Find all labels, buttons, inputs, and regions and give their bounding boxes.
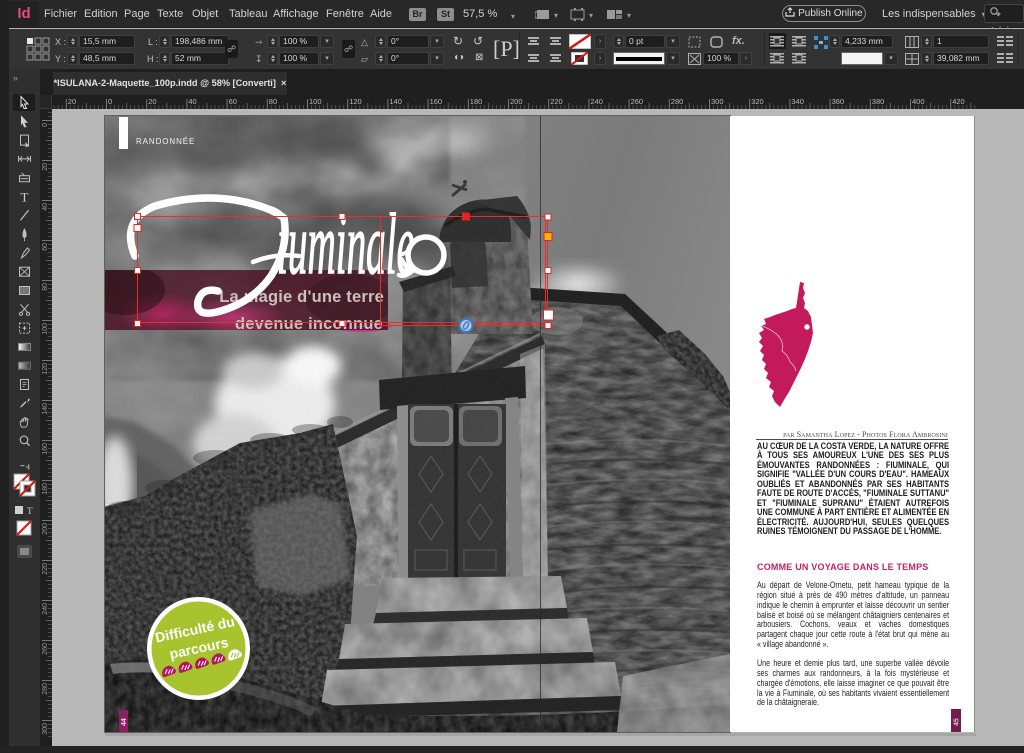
svg-text:▾: ▾ [554, 11, 558, 20]
svg-text:▾: ▾ [589, 11, 593, 20]
svg-text:100: 100 [309, 97, 322, 106]
svg-text:240: 240 [42, 603, 49, 615]
svg-text:220: 220 [42, 563, 49, 575]
svg-text:240: 240 [590, 97, 603, 106]
svg-text:40: 40 [42, 203, 49, 211]
svg-text:400: 400 [912, 97, 925, 106]
svg-text:320: 320 [751, 97, 764, 106]
svg-text:200: 200 [510, 97, 523, 106]
svg-text:140: 140 [389, 97, 402, 106]
svg-text:260: 260 [42, 643, 49, 655]
svg-text:120: 120 [349, 97, 362, 106]
svg-text:260: 260 [631, 97, 644, 106]
svg-text:»: » [13, 73, 18, 83]
svg-text:20: 20 [148, 97, 156, 106]
svg-text:280: 280 [671, 97, 684, 106]
svg-text:20: 20 [42, 163, 49, 171]
svg-text:420: 420 [952, 97, 965, 106]
svg-text:300: 300 [711, 97, 724, 106]
svg-text:120: 120 [42, 363, 49, 375]
svg-text:380: 380 [872, 97, 885, 106]
svg-text:60: 60 [229, 97, 237, 106]
svg-text:80: 80 [42, 283, 49, 291]
svg-text:T: T [27, 506, 33, 516]
svg-text:160: 160 [42, 443, 49, 455]
svg-text:80: 80 [269, 97, 277, 106]
svg-text:60: 60 [42, 243, 49, 251]
svg-text:44: 44 [121, 718, 128, 726]
svg-text:300: 300 [42, 723, 49, 735]
svg-text:200: 200 [42, 523, 49, 535]
svg-text:45: 45 [954, 718, 961, 726]
svg-text:280: 280 [42, 683, 49, 695]
svg-text:T: T [21, 190, 29, 205]
svg-text:0: 0 [108, 97, 112, 106]
svg-text:100: 100 [42, 323, 49, 335]
svg-text:▾: ▾ [627, 11, 631, 20]
svg-text:220: 220 [550, 97, 563, 106]
svg-text:360: 360 [832, 97, 845, 106]
svg-text:140: 140 [42, 403, 49, 415]
svg-text:20: 20 [68, 97, 76, 106]
svg-text:180: 180 [470, 97, 483, 106]
svg-text:0: 0 [42, 123, 49, 127]
svg-text:40: 40 [188, 97, 196, 106]
svg-text:180: 180 [42, 483, 49, 495]
svg-text:160: 160 [430, 97, 443, 106]
svg-text:340: 340 [791, 97, 804, 106]
